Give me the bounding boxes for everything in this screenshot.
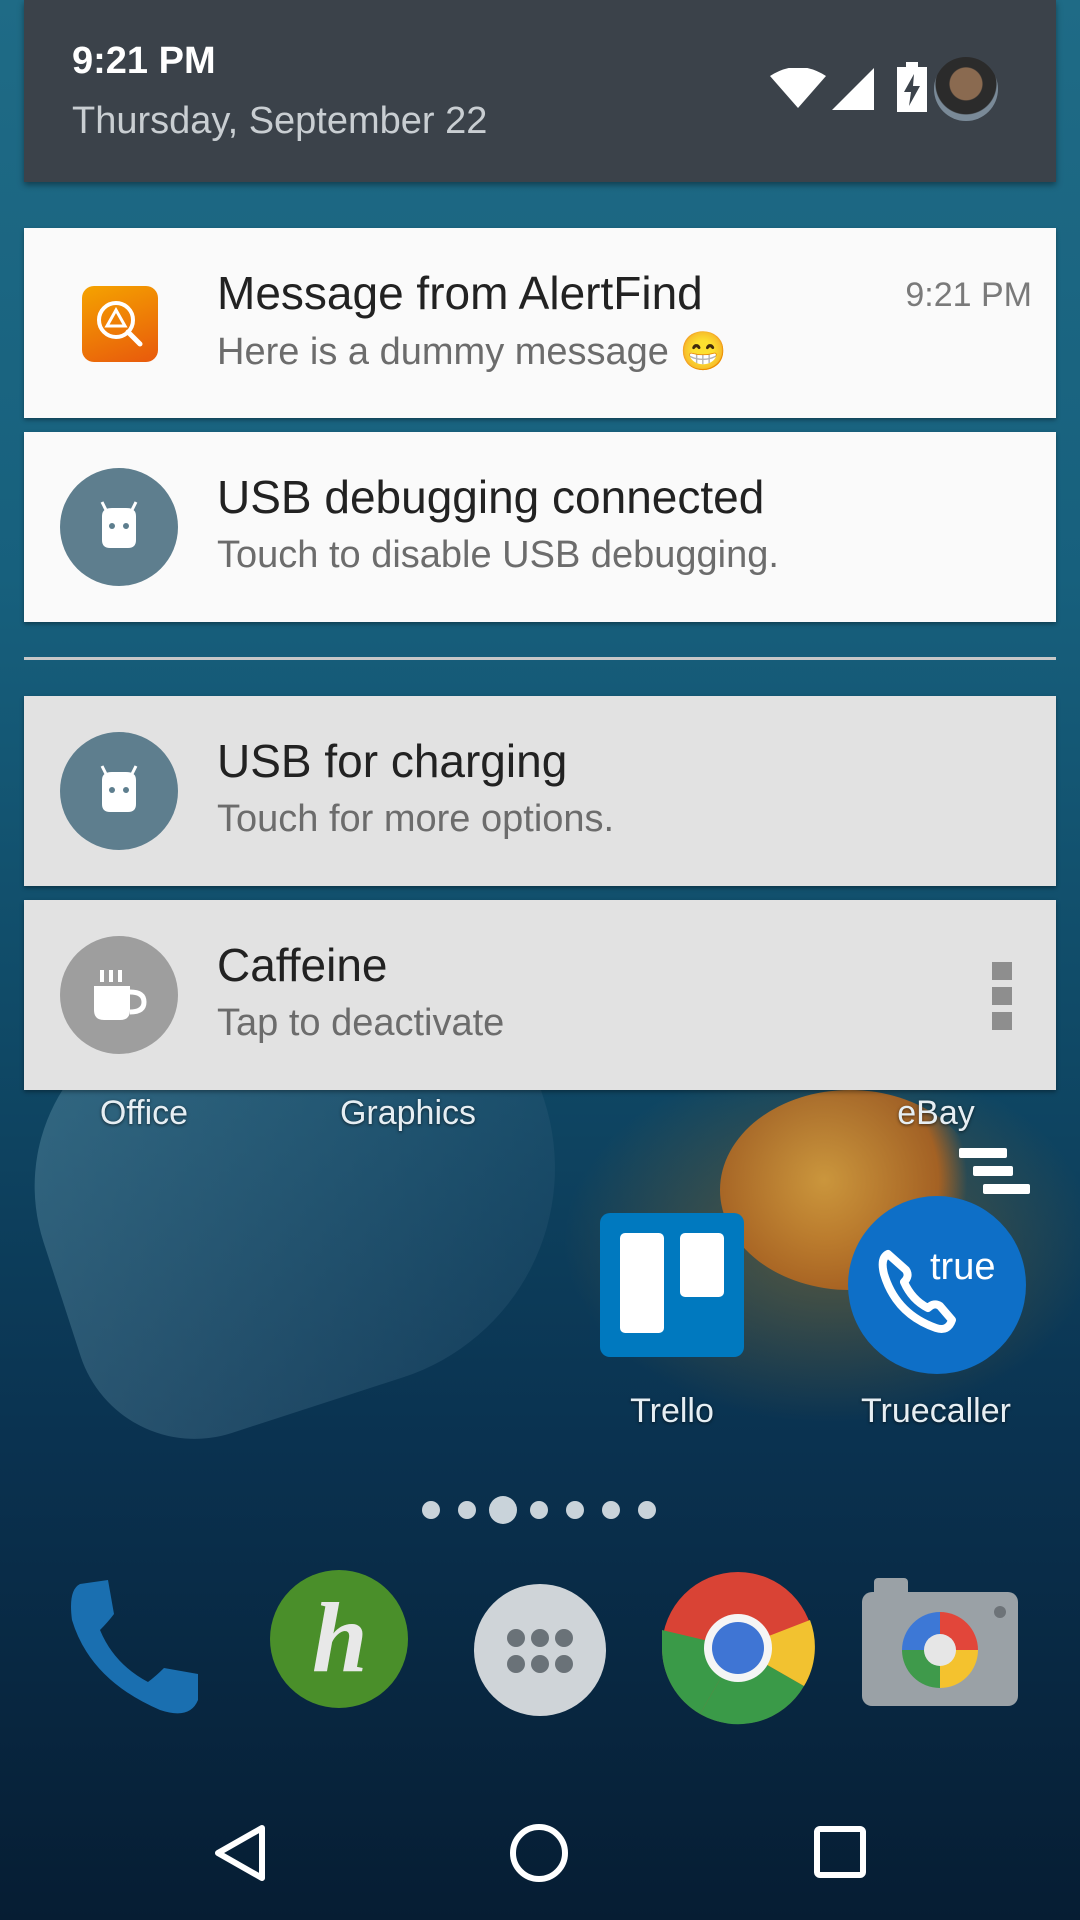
menu-lines-icon[interactable] — [955, 1148, 1030, 1203]
more-vert-icon[interactable] — [992, 962, 1012, 1030]
hike-icon[interactable]: h — [270, 1570, 408, 1708]
app-label-ebay[interactable]: eBay — [836, 1094, 1036, 1133]
notification-title: USB debugging connected — [217, 471, 765, 523]
notification-usb-charging[interactable]: USB for charging Touch for more options. — [24, 696, 1056, 886]
home-icon[interactable] — [508, 1822, 570, 1884]
wifi-icon — [770, 68, 826, 108]
android-icon — [60, 468, 178, 586]
app-label-graphics[interactable]: Graphics — [308, 1094, 508, 1133]
notification-divider — [24, 657, 1056, 660]
header-date[interactable]: Thursday, September 22 — [72, 100, 487, 143]
navigation-bar — [0, 1800, 1080, 1920]
app-label-office[interactable]: Office — [44, 1094, 244, 1133]
notification-title: Caffeine — [217, 939, 388, 991]
android-icon — [60, 732, 178, 850]
alertfind-icon — [82, 286, 158, 362]
header-clock[interactable]: 9:21 PM — [72, 40, 216, 83]
truecaller-icon[interactable]: true — [848, 1196, 1026, 1374]
notification-alertfind[interactable]: Message from AlertFind Here is a dummy m… — [24, 228, 1056, 418]
notification-caffeine[interactable]: Caffeine Tap to deactivate — [24, 900, 1056, 1090]
trello-icon[interactable] — [600, 1213, 744, 1357]
app-label-truecaller[interactable]: Truecaller — [836, 1392, 1036, 1431]
notification-text: Touch for more options. — [217, 798, 615, 840]
notification-header: 9:21 PM Thursday, September 22 — [24, 0, 1056, 182]
recents-icon[interactable] — [812, 1824, 868, 1880]
app-label-trello[interactable]: Trello — [572, 1392, 772, 1431]
truecaller-badge-text: true — [930, 1246, 996, 1288]
notification-text: Touch to disable USB debugging. — [217, 534, 779, 576]
notification-title: Message from AlertFind — [217, 267, 703, 319]
battery-charging-icon — [897, 62, 927, 112]
phone-icon[interactable] — [60, 1570, 220, 1730]
notification-text: Here is a dummy message 😁 — [217, 331, 727, 373]
chrome-icon[interactable] — [660, 1570, 816, 1726]
notification-text: Tap to deactivate — [217, 1002, 505, 1044]
camera-icon[interactable] — [862, 1578, 1018, 1706]
back-icon[interactable] — [210, 1822, 272, 1884]
notification-title: USB for charging — [217, 735, 568, 787]
app-drawer-icon[interactable] — [474, 1584, 606, 1716]
user-avatar[interactable] — [934, 57, 998, 121]
cell-signal-icon — [832, 68, 874, 110]
status-icons — [744, 58, 1044, 118]
notification-time: 9:21 PM — [905, 276, 1032, 314]
page-indicator — [420, 1494, 670, 1524]
notification-usb-debugging[interactable]: USB debugging connected Touch to disable… — [24, 432, 1056, 622]
coffee-cup-icon — [60, 936, 178, 1054]
